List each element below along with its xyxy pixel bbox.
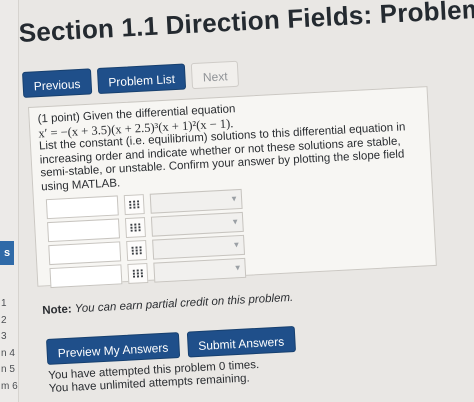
matrix-grid-icon[interactable] xyxy=(127,262,149,284)
stability-select-2[interactable]: ▼ xyxy=(150,211,244,237)
sidebar-problem-6[interactable]: m 6 xyxy=(1,379,19,396)
chevron-down-icon: ▼ xyxy=(229,194,239,204)
sidebar-problem-2[interactable]: 2 xyxy=(1,313,19,330)
equilibrium-input-2[interactable] xyxy=(47,218,121,243)
problem-panel: (1 point) Given the differential equatio… xyxy=(28,86,437,289)
sidebar-problem-3[interactable]: 3 xyxy=(1,329,19,346)
matrix-grid-icon[interactable] xyxy=(124,217,146,239)
stability-select-4[interactable]: ▼ xyxy=(153,257,247,283)
next-button: Next xyxy=(191,60,240,90)
sidebar-problem-4[interactable]: n 4 xyxy=(1,346,19,363)
page-title: Section 1.1 Direction Fields: Problem 7 xyxy=(18,0,474,48)
problem-navigation: Previous Problem List Next xyxy=(22,60,240,98)
stability-select-3[interactable]: ▼ xyxy=(152,234,246,260)
submit-answers-button[interactable]: Submit Answers xyxy=(186,325,296,358)
note-text: You can earn partial credit on this prob… xyxy=(74,291,294,316)
chevron-down-icon: ▼ xyxy=(232,240,241,250)
attempts-status: You have attempted this problem 0 times.… xyxy=(48,359,260,396)
sidebar-problem-numbers: 1 2 3 n 4 n 5 m 6 xyxy=(1,296,19,395)
partial-credit-note: Note: You can earn partial credit on thi… xyxy=(42,292,294,317)
note-label: Note: xyxy=(42,303,72,317)
sidebar-problem-5[interactable]: n 5 xyxy=(1,362,19,379)
answer-grid: ▼ ▼ ▼ ▼ xyxy=(45,188,247,291)
sidebar-problem-1[interactable]: 1 xyxy=(1,296,19,313)
sidebar-tab[interactable]: s xyxy=(0,241,14,265)
chevron-down-icon: ▼ xyxy=(231,217,240,227)
problem-list-button[interactable]: Problem List xyxy=(96,63,187,95)
equilibrium-input-4[interactable] xyxy=(49,264,123,289)
preview-answers-button[interactable]: Preview My Answers xyxy=(46,332,180,365)
chevron-down-icon: ▼ xyxy=(233,263,242,273)
matrix-grid-icon[interactable] xyxy=(126,240,148,262)
equilibrium-input-1[interactable] xyxy=(45,195,119,220)
stability-select-1[interactable]: ▼ xyxy=(149,188,243,214)
matrix-grid-icon[interactable] xyxy=(123,194,145,216)
previous-button[interactable]: Previous xyxy=(22,68,92,98)
equilibrium-input-3[interactable] xyxy=(48,241,122,266)
problem-text: (1 point) Given the differential equatio… xyxy=(37,94,411,194)
